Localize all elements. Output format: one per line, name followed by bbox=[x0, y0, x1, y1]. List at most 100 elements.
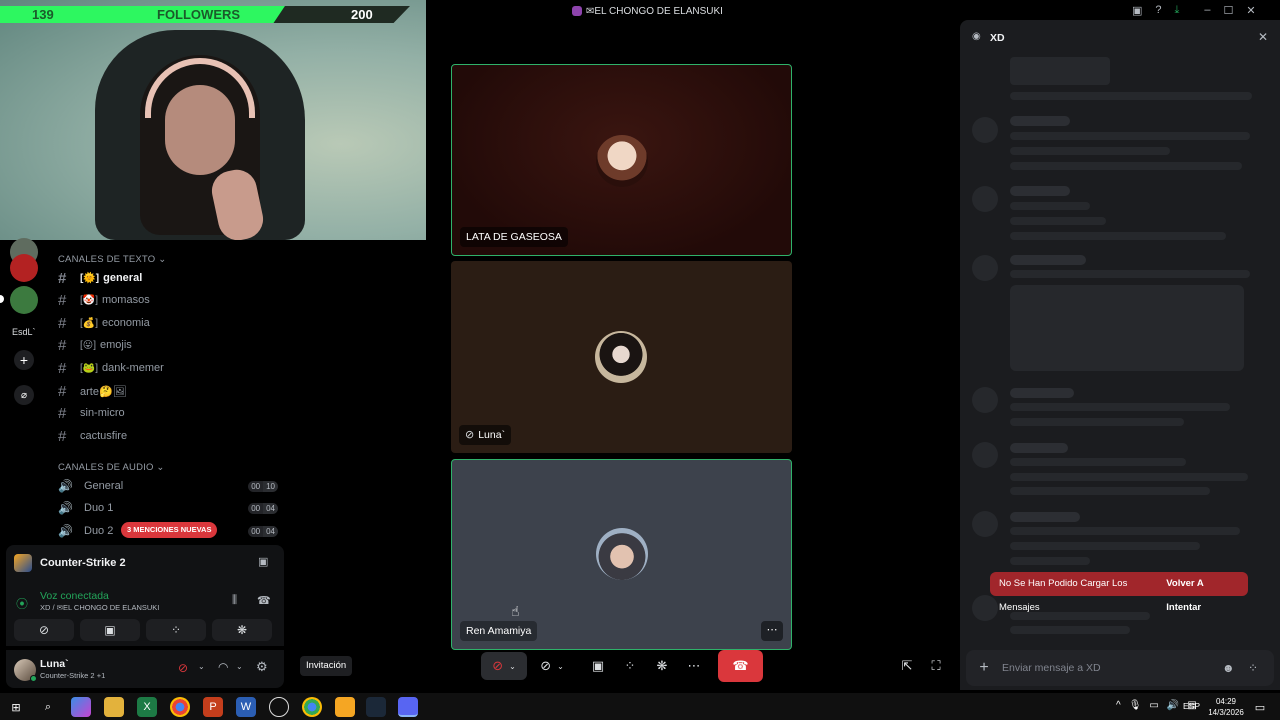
channel-economia[interactable]: # [💰] economia bbox=[58, 313, 150, 333]
more-icon: ⋯ bbox=[687, 658, 701, 673]
more-button[interactable]: ⋯ bbox=[684, 652, 704, 680]
microphone-icon[interactable]: 🎙 bbox=[1129, 700, 1142, 711]
word-icon[interactable]: W bbox=[236, 697, 256, 717]
language-indicator[interactable]: ESP bbox=[1183, 701, 1200, 711]
avatar bbox=[596, 528, 648, 580]
github-icon[interactable] bbox=[269, 697, 289, 717]
signal-icon[interactable]: ⦿ bbox=[16, 595, 28, 612]
hash-icon: # bbox=[58, 291, 67, 309]
new-mentions-badge[interactable]: 3 MENCIONES NUEVAS bbox=[121, 522, 218, 538]
skeleton-avatar bbox=[972, 387, 998, 413]
clock[interactable]: 04:29 14/3/2026 bbox=[1206, 696, 1246, 718]
message-input[interactable]: + Enviar mensaje a XD ☻ ⁘ bbox=[966, 650, 1274, 686]
emoji-icon[interactable]: ☻ bbox=[1222, 661, 1248, 675]
user-status[interactable]: Counter-Strike 2 +1 bbox=[40, 671, 105, 680]
voice-category[interactable]: CANALES DE AUDIO ⌄ bbox=[58, 462, 165, 473]
channel-dank-memer[interactable]: # [🐸] dank-memer bbox=[58, 358, 164, 378]
headset-icon[interactable]: ◠ bbox=[218, 660, 228, 674]
minimize-icon[interactable]: – bbox=[1204, 4, 1210, 17]
channel-arte[interactable]: # arte🤔🖼 bbox=[58, 381, 127, 401]
activities-button[interactable]: ⁘ bbox=[620, 652, 640, 680]
activities-button[interactable]: ⁘ bbox=[146, 619, 206, 641]
close-window-icon[interactable]: ✕ bbox=[1246, 4, 1255, 17]
excel-icon[interactable]: X bbox=[137, 697, 157, 717]
message-placeholder[interactable]: Enviar mensaje a XD bbox=[1002, 662, 1222, 674]
channel-momasos[interactable]: # [🤡] momasos bbox=[58, 290, 150, 310]
skeleton-block bbox=[1010, 57, 1110, 85]
participant-tile-luna[interactable]: ⊘ Luna` bbox=[451, 261, 792, 453]
activities-icon: ⁘ bbox=[624, 658, 636, 673]
notifications-icon[interactable]: ▭ bbox=[1250, 697, 1270, 717]
help-icon[interactable]: ? bbox=[1155, 4, 1161, 17]
server-icon-2[interactable] bbox=[10, 254, 38, 282]
chevron-down-icon[interactable]: ⌄ bbox=[198, 662, 205, 671]
windows-start-icon[interactable]: ⊞ bbox=[6, 697, 26, 717]
powerpoint-icon[interactable]: P bbox=[203, 697, 223, 717]
voice-status-text[interactable]: Voz conectada bbox=[40, 590, 109, 602]
network-icon[interactable]: ▭ bbox=[1149, 700, 1158, 711]
skeleton-name bbox=[1010, 116, 1070, 126]
participant-tile-lata[interactable]: LATA DE GASEOSA bbox=[451, 64, 792, 256]
disconnect-icon[interactable]: ☎ bbox=[257, 594, 271, 607]
channel-cactusfire[interactable]: # cactusfire bbox=[58, 426, 127, 446]
chrome-profile-icon[interactable] bbox=[302, 697, 322, 717]
username[interactable]: Luna` bbox=[40, 658, 69, 670]
count-limit: 04 bbox=[263, 525, 278, 537]
skeleton-line bbox=[1010, 147, 1170, 155]
gear-icon[interactable]: ⚙ bbox=[256, 659, 268, 675]
chevron-down-icon[interactable]: ⌄ bbox=[236, 662, 243, 671]
screenshare-button[interactable]: ▣ bbox=[80, 619, 140, 641]
mic-muted-icon[interactable]: ⊘ bbox=[178, 661, 188, 675]
screenshare-button[interactable]: ▣ bbox=[588, 652, 608, 680]
skeleton-line bbox=[1010, 557, 1090, 565]
counter-strike-icon[interactable] bbox=[335, 697, 355, 717]
maximize-icon[interactable]: ☐ bbox=[1224, 4, 1234, 17]
close-icon[interactable]: ✕ bbox=[1258, 30, 1268, 44]
server-label[interactable]: EsdL` bbox=[12, 327, 36, 337]
hash-icon: # bbox=[58, 359, 67, 377]
download-icon[interactable]: ⤓ bbox=[1175, 4, 1180, 17]
camera-toggle-button[interactable]: ⊘ ⌄ bbox=[531, 652, 573, 680]
leave-call-button[interactable]: ☎ bbox=[718, 650, 763, 682]
discord-icon[interactable] bbox=[398, 697, 418, 717]
channel-emojis[interactable]: # [😛] emojis bbox=[58, 335, 132, 355]
channel-prefix: [🐸] bbox=[80, 362, 99, 374]
voice-channel-general[interactable]: 🔊 General 00 10 bbox=[58, 476, 284, 496]
soundboard-button[interactable]: ❋ bbox=[652, 652, 672, 680]
more-options-button[interactable]: ⋯ bbox=[761, 621, 783, 641]
fullscreen-button[interactable]: ⛶ bbox=[927, 652, 945, 680]
camera-off-button[interactable]: ⊘ bbox=[14, 619, 74, 641]
skeleton-name bbox=[1010, 443, 1068, 453]
skeleton-line bbox=[1010, 473, 1248, 481]
noise-suppression-icon[interactable]: ⫼ bbox=[232, 594, 237, 607]
activity-share-icon[interactable]: ▣ bbox=[258, 555, 268, 568]
invite-button[interactable]: Invitación bbox=[300, 656, 353, 676]
chrome-icon[interactable] bbox=[170, 697, 190, 717]
search-icon[interactable]: ⌕ bbox=[38, 697, 58, 717]
compass-icon[interactable]: ⌀ bbox=[14, 385, 34, 405]
voice-channel-duo1[interactable]: 🔊 Duo 1 00 04 bbox=[58, 498, 284, 518]
plus-icon[interactable]: + bbox=[966, 659, 1002, 677]
mic-toggle-button[interactable]: ⊘ ⌄ bbox=[481, 652, 527, 680]
copilot-icon[interactable] bbox=[71, 697, 91, 717]
volume-icon[interactable]: 🔊 bbox=[1167, 700, 1179, 711]
file-explorer-icon[interactable] bbox=[104, 697, 124, 717]
soundboard-button[interactable]: ❋ bbox=[212, 619, 272, 641]
participant-tile-ren[interactable]: Ren Amamiya ⋯ bbox=[451, 459, 792, 650]
channel-general[interactable]: # [🌞] general bbox=[58, 268, 142, 288]
popout-button[interactable]: ⇱ bbox=[898, 652, 916, 680]
inbox-icon[interactable]: ▣ bbox=[1132, 4, 1142, 17]
chevron-up-icon[interactable]: ^ bbox=[1116, 700, 1121, 711]
apps-icon[interactable]: ⁘ bbox=[1248, 661, 1274, 675]
channel-name: sin-micro bbox=[80, 407, 125, 419]
server-icon-3[interactable] bbox=[10, 286, 38, 314]
channel-name: momasos bbox=[102, 294, 150, 306]
text-category[interactable]: CANALES DE TEXTO ⌄ bbox=[58, 254, 166, 265]
plus-icon[interactable]: + bbox=[14, 350, 34, 370]
retry-button[interactable]: Volver A Intentar bbox=[1166, 572, 1239, 613]
chevron-down-icon: ⌄ bbox=[509, 661, 516, 671]
camera-off-icon: ⊘ bbox=[540, 658, 552, 673]
steam-icon[interactable] bbox=[366, 697, 386, 717]
voice-location[interactable]: XD / ✉EL CHONGO DE ELANSUKI bbox=[40, 603, 159, 612]
channel-sin-micro[interactable]: # sin-micro bbox=[58, 403, 125, 423]
